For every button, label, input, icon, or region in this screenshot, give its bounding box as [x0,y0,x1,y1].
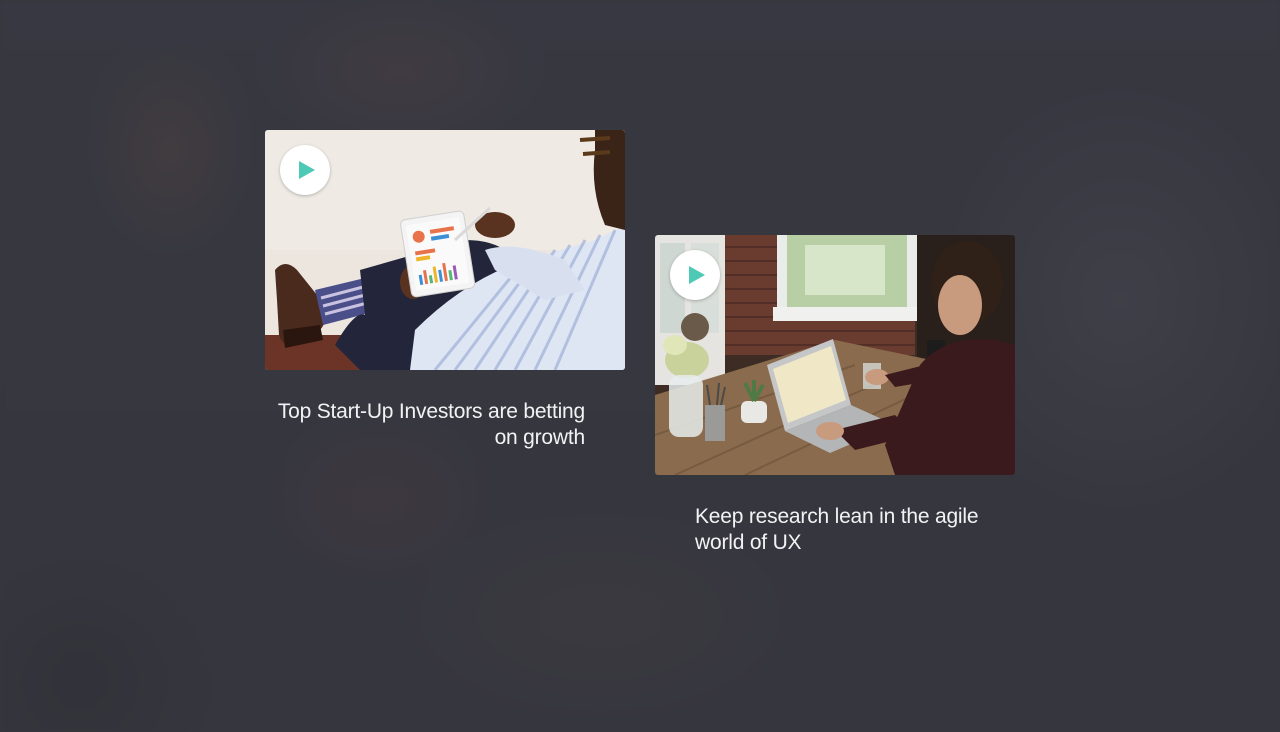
page: Top Start-Up Investors are betting on gr… [0,0,1280,732]
play-icon [689,266,705,284]
video-card-1[interactable]: Top Start-Up Investors are betting on gr… [265,130,625,451]
card-title[interactable]: Top Start-Up Investors are betting on gr… [265,399,585,451]
video-thumbnail[interactable] [265,130,625,370]
video-card-2[interactable]: Keep research lean in the agile world of… [655,235,1015,556]
play-icon [299,161,315,179]
play-button[interactable] [670,250,720,300]
play-button[interactable] [280,145,330,195]
card-title[interactable]: Keep research lean in the agile world of… [695,504,1005,556]
background-overlay [0,0,1280,732]
video-thumbnail[interactable] [655,235,1015,475]
